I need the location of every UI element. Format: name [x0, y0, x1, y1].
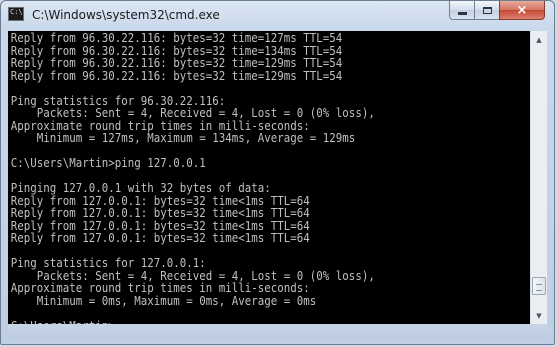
console-line: Reply from 127.0.0.1: bytes=32 time<1ms …	[10, 231, 310, 245]
minimize-button[interactable]	[449, 1, 475, 20]
console-line: Minimum = 0ms, Maximum = 0ms, Average = …	[10, 293, 317, 308]
console-line: Approximate round trip times in milli-se…	[10, 281, 310, 295]
console-line: Minimum = 127ms, Maximum = 134ms, Averag…	[10, 131, 356, 145]
minimize-icon	[457, 11, 467, 15]
console-line: Reply from 96.30.22.116: bytes=32 time=1…	[10, 31, 343, 45]
maximize-icon	[482, 6, 492, 14]
console-output[interactable]: Reply from 96.30.22.116: bytes=32 time=1…	[8, 31, 530, 324]
console-line: Reply from 127.0.0.1: bytes=32 time<1ms …	[10, 206, 310, 220]
cmd-app-icon-text: C:\	[10, 8, 23, 16]
console-line: Packets: Sent = 4, Received = 4, Lost = …	[10, 106, 375, 120]
console-line: Reply from 96.30.22.116: bytes=32 time=1…	[10, 56, 343, 70]
window-bottom-frame	[8, 324, 547, 340]
console-text: Reply from 96.30.22.116: bytes=32 time=1…	[8, 31, 478, 324]
console-line: Reply from 96.30.22.116: bytes=32 time=1…	[10, 68, 343, 83]
window-title: C:\Windows\system32\cmd.exe	[32, 8, 220, 22]
scroll-up-button[interactable]: ▲	[531, 31, 547, 48]
chevron-down-icon: ▼	[536, 311, 542, 320]
close-button[interactable]: ×	[499, 1, 545, 20]
grip-icon	[536, 284, 542, 291]
console-line: Ping statistics for 127.0.0.1:	[10, 256, 206, 270]
cmd-window: C:\ C:\Windows\system32\cmd.exe × Reply …	[0, 0, 555, 345]
console-line: C:\Users\Martin>ping 127.0.0.1	[10, 156, 206, 170]
maximize-button[interactable]	[474, 1, 500, 20]
title-bar[interactable]: C:\ C:\Windows\system32\cmd.exe ×	[1, 1, 556, 31]
close-icon: ×	[516, 2, 528, 18]
chevron-up-icon: ▲	[536, 35, 542, 44]
scroll-down-button[interactable]: ▼	[531, 307, 547, 324]
console-line: Pinging 127.0.0.1 with 32 bytes of data:	[10, 181, 271, 195]
cmd-app-icon[interactable]: C:\	[8, 7, 24, 21]
scrollbar-thumb[interactable]	[532, 277, 546, 295]
vertical-scrollbar[interactable]: ▲ ▼	[530, 31, 547, 324]
